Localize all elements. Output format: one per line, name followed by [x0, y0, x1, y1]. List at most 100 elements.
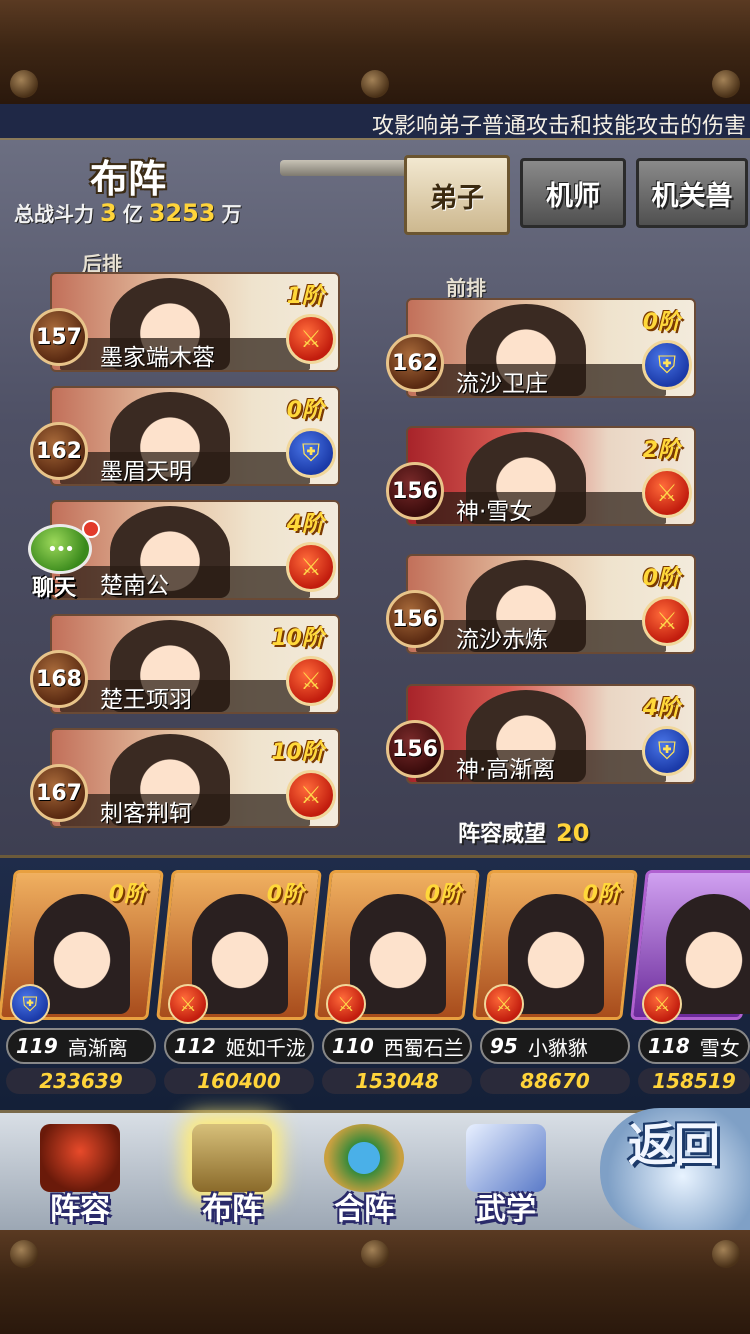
hero-rank: 2阶 [642, 438, 680, 463]
hero-rank: 0阶 [642, 566, 680, 591]
back-row-card[interactable]: 楚王项羽 168 10阶 ⚔ [30, 614, 340, 714]
hero-level-badge: 156 [386, 720, 444, 778]
hero-name: 雪女 [699, 1035, 740, 1060]
back-row-card[interactable]: 刺客荆轲 167 10阶 ⚔ [30, 728, 340, 828]
front-row-label: 前排 [446, 276, 486, 300]
notification-dot [82, 520, 100, 538]
nav-label: 武学 [476, 1192, 536, 1227]
banner-icon [40, 1124, 120, 1192]
hero-level-badge: 162 [386, 334, 444, 392]
page-title: 布阵 [90, 157, 167, 201]
top-frame [0, 0, 750, 110]
hero-level-badge: 157 [30, 308, 88, 366]
frame-stud [10, 1240, 38, 1268]
hero-power: 233639 [6, 1068, 156, 1094]
roster-name-bar: 110 西蜀石兰 [322, 1028, 472, 1064]
back-button[interactable]: 返回 [600, 1108, 750, 1232]
nav-martial[interactable]: 武学 [446, 1116, 566, 1227]
hero-name: 西蜀石兰 [383, 1035, 464, 1060]
hero-level-badge: 156 [386, 590, 444, 648]
nav-combine[interactable]: 合阵 [304, 1116, 424, 1227]
tab-mech-beasts[interactable]: 机关兽 [636, 158, 748, 228]
roster-name-bar: 118 雪女 [638, 1028, 750, 1064]
hero-name: 神·雪女 [456, 499, 533, 525]
sword-icon: ⚔ [168, 984, 208, 1024]
roster-name-bar: 119 高渐离 [6, 1028, 156, 1064]
roster-name-bar: 95 小貅貅 [480, 1028, 630, 1064]
sword-icon: ⚔ [286, 770, 336, 820]
hero-power: 153048 [322, 1068, 472, 1094]
power-yi-value: 3 [100, 199, 117, 227]
hero-rank: 0阶 [424, 882, 462, 907]
hero-name: 刺客荆轲 [100, 801, 192, 827]
nav-label: 布阵 [202, 1192, 262, 1227]
tab-disciples[interactable]: 弟子 [404, 155, 510, 235]
back-row-card[interactable]: 墨家端木蓉 157 1阶 ⚔ [30, 272, 340, 372]
bottom-frame [0, 1230, 750, 1334]
power-wan-unit: 万 [221, 202, 242, 226]
name-bar [416, 492, 666, 524]
tab-mechanics[interactable]: 机师 [520, 158, 626, 228]
frame-stud [10, 70, 38, 98]
shield-icon: ⛨ [642, 726, 692, 776]
tab-rod [280, 160, 420, 176]
hero-level: 112 [174, 1034, 216, 1058]
hero-power: 88670 [480, 1068, 630, 1094]
front-row-card[interactable]: 流沙卫庄 162 0阶 ⛨ [386, 298, 696, 398]
nav-formation[interactable]: 布阵 [172, 1116, 292, 1227]
hero-level-badge: 162 [30, 422, 88, 480]
nav-lineup[interactable]: 阵容 [20, 1116, 140, 1227]
sword-icon: ⚔ [286, 656, 336, 706]
power-wan-value: 3253 [148, 199, 216, 227]
hero-rank: 10阶 [271, 740, 324, 765]
hero-level-badge: 167 [30, 764, 88, 822]
hero-rank: 0阶 [108, 882, 146, 907]
chat-button[interactable]: ••• 聊天 [6, 520, 100, 601]
ticker-text: 攻影响弟子普通攻击和技能攻击的伤害 [371, 114, 746, 139]
hero-rank: 4阶 [642, 696, 680, 721]
frame-stud [712, 70, 740, 98]
hero-name: 神·高渐离 [456, 757, 556, 783]
hero-name: 流沙卫庄 [456, 371, 548, 397]
hero-rank: 0阶 [286, 398, 324, 423]
sword-icon: ⚔ [642, 468, 692, 518]
power-yi-unit: 亿 [122, 202, 143, 226]
prestige-value: 20 [556, 819, 590, 847]
prestige-label: 阵容威望 [458, 822, 547, 847]
hero-rank: 0阶 [266, 882, 304, 907]
hero-name: 高渐离 [67, 1035, 128, 1060]
sword-icon: ⚔ [642, 984, 682, 1024]
hero-name: 流沙赤炼 [456, 627, 548, 653]
hero-name: 楚南公 [100, 573, 169, 599]
hero-level: 110 [332, 1034, 374, 1058]
hero-level: 119 [16, 1034, 58, 1058]
hero-rank: 4阶 [286, 512, 324, 537]
hero-power: 158519 [638, 1068, 750, 1094]
hero-power: 160400 [164, 1068, 314, 1094]
sword-icon: ⚔ [286, 314, 336, 364]
hero-rank: 10阶 [271, 626, 324, 651]
shield-icon: ⛨ [642, 340, 692, 390]
hero-name: 姬如千泷 [225, 1035, 306, 1060]
hero-rank: 0阶 [642, 310, 680, 335]
sword-icon: ⚔ [484, 984, 524, 1024]
crossed-swords-icon [324, 1124, 404, 1192]
front-row-card[interactable]: 神·高渐离 156 4阶 ⛨ [386, 684, 696, 784]
total-power: 总战斗力 3 亿 3253 万 [14, 198, 242, 227]
shield-icon: ⛨ [10, 984, 50, 1024]
front-row-card[interactable]: 流沙赤炼 156 0阶 ⚔ [386, 554, 696, 654]
hero-level: 118 [648, 1034, 690, 1058]
sword-icon: ⚔ [286, 542, 336, 592]
roster-strip[interactable]: 0阶 ⛨ 119 高渐离 233639 0阶 ⚔ 112 姬如千泷 160400… [0, 855, 750, 1110]
sword-icon: ⚔ [642, 596, 692, 646]
nav-label: 阵容 [50, 1192, 110, 1227]
hero-level: 95 [490, 1034, 518, 1058]
hero-rank: 1阶 [286, 284, 324, 309]
roster-name-bar: 112 姬如千泷 [164, 1028, 314, 1064]
front-row-card[interactable]: 神·雪女 156 2阶 ⚔ [386, 426, 696, 526]
back-row-card[interactable]: 墨眉天明 162 0阶 ⛨ [30, 386, 340, 486]
back-label: 返回 [628, 1118, 720, 1172]
chat-label: 聊天 [32, 576, 77, 601]
scrolling-ticker: 攻影响弟子普通攻击和技能攻击的伤害 [0, 104, 750, 140]
frame-stud [361, 70, 389, 98]
